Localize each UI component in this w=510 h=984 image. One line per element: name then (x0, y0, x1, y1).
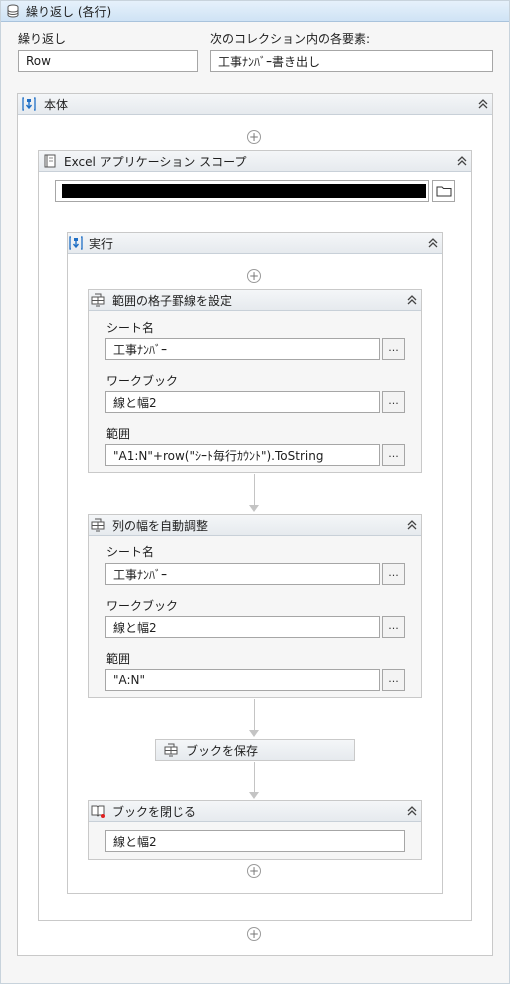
excel-scope-header[interactable]: Excel アプリケーション スコープ (39, 151, 471, 172)
range-expression-button[interactable]: ... (382, 444, 405, 466)
collection-input[interactable]: 工事ﾅﾝﾊﾞｰ書き出し (210, 50, 493, 72)
collapse-set-range-lines-chevron-icon[interactable] (405, 293, 419, 307)
add-activity-button[interactable]: + (247, 130, 261, 144)
sequence-icon (69, 236, 83, 250)
save-workbook-title: ブックを保存 (186, 743, 259, 758)
excel-activity-icon (164, 743, 178, 757)
sheet-name-expression-button[interactable]: ... (382, 563, 405, 585)
workbook-label: ワークブック (106, 599, 179, 613)
connector-line (254, 474, 255, 506)
connector-arrow-icon (249, 792, 259, 799)
workbook-input[interactable]: 線と幅2 (105, 616, 380, 638)
workbook-input[interactable]: 線と幅2 (105, 391, 380, 413)
excel-scope-title: Excel アプリケーション スコープ (64, 154, 247, 169)
collapse-close-workbook-chevron-icon[interactable] (405, 804, 419, 818)
sequence-icon (22, 97, 36, 111)
foreach-header[interactable]: 繰り返し (各行) (1, 1, 509, 22)
foreach-title: 繰り返し (各行) (26, 4, 112, 19)
workbook-label: ワークブック (106, 374, 179, 388)
collection-label: 次のコレクション内の各要素: (210, 32, 371, 46)
workbook-expression-button[interactable]: ... (382, 391, 405, 413)
sheet-name-label: シート名 (106, 321, 155, 335)
sheet-name-input[interactable]: 工事ﾅﾝﾊﾞｰ (105, 338, 380, 360)
redacted-path (62, 184, 426, 198)
excel-activity-icon (91, 518, 105, 532)
add-activity-button[interactable]: + (247, 927, 261, 941)
close-book-icon (91, 805, 105, 818)
workbook-expression-button[interactable]: ... (382, 616, 405, 638)
range-input[interactable]: "A1:N"+row("ｼｰﾄ毎行ｶｳﾝﾄ").ToString (105, 444, 380, 466)
excel-activity-icon (91, 293, 105, 307)
workbook-path-input[interactable] (55, 180, 429, 202)
folder-icon (436, 186, 451, 197)
close-workbook-header[interactable]: ブックを閉じる (89, 801, 421, 822)
loop-variable-label: 繰り返し (18, 32, 67, 46)
workbook-icon (44, 154, 56, 168)
save-workbook-activity[interactable]: ブックを保存 (155, 739, 355, 761)
autofit-columns-title: 列の幅を自動調整 (112, 518, 209, 533)
data-table-icon (7, 4, 19, 18)
do-title: 実行 (89, 236, 114, 251)
collapse-autofit-chevron-icon[interactable] (405, 518, 419, 532)
add-activity-button[interactable]: + (247, 269, 261, 283)
do-header[interactable]: 実行 (68, 233, 442, 254)
sheet-name-expression-button[interactable]: ... (382, 338, 405, 360)
set-range-lines-header[interactable]: 範囲の格子罫線を設定 (89, 290, 421, 311)
connector-line (254, 762, 255, 792)
add-activity-button[interactable]: + (247, 864, 261, 878)
collapse-excel-scope-chevron-icon[interactable] (455, 154, 469, 168)
close-workbook-title: ブックを閉じる (112, 804, 197, 819)
connector-arrow-icon (249, 730, 259, 737)
range-label: 範囲 (106, 652, 131, 666)
body-header[interactable]: 本体 (18, 94, 492, 115)
sheet-name-label: シート名 (106, 545, 155, 559)
set-range-lines-title: 範囲の格子罫線を設定 (112, 293, 233, 308)
range-input[interactable]: "A:N" (105, 669, 380, 691)
autofit-columns-header[interactable]: 列の幅を自動調整 (89, 515, 421, 536)
collapse-do-chevron-icon[interactable] (426, 236, 440, 250)
loop-variable-input[interactable]: Row (18, 50, 198, 72)
connector-line (254, 699, 255, 731)
connector-arrow-icon (249, 505, 259, 512)
browse-folder-button[interactable] (432, 180, 455, 202)
range-label: 範囲 (106, 427, 131, 441)
range-expression-button[interactable]: ... (382, 669, 405, 691)
workbook-input[interactable]: 線と幅2 (105, 830, 405, 852)
sheet-name-input[interactable]: 工事ﾅﾝﾊﾞｰ (105, 563, 380, 585)
body-title: 本体 (44, 97, 69, 112)
collapse-body-chevron-icon[interactable] (476, 97, 490, 111)
